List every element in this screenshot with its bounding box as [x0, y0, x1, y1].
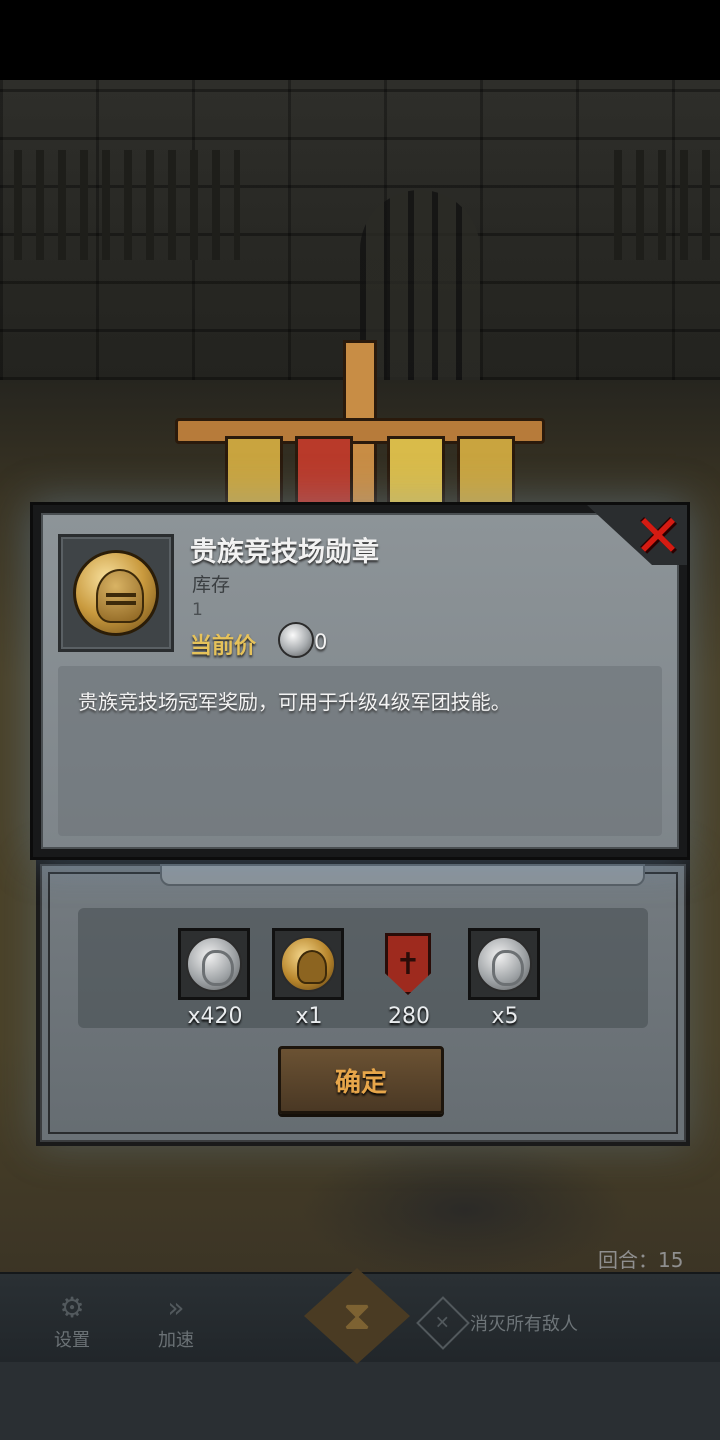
speed-label: 加速	[158, 1330, 194, 1351]
settings-label: 设置	[54, 1330, 90, 1351]
reward-count: 280	[388, 1004, 430, 1029]
silver-coin-icon	[186, 936, 242, 992]
bottom-ground	[0, 1362, 720, 1440]
reward-count: x420	[187, 1004, 243, 1029]
item-description: 贵族竞技场冠军奖励，可用于升级4级军团技能。	[78, 690, 511, 714]
stock-label: 库存	[192, 574, 231, 596]
silver-coin-icon	[278, 622, 314, 658]
speed-button[interactable]: » 加速	[134, 1290, 218, 1360]
reward-item[interactable]: ✝ 280	[372, 928, 446, 1029]
reward-slot	[468, 928, 540, 1000]
reward-slot: ✝	[372, 928, 444, 1000]
price-value: 0	[314, 630, 328, 654]
stock-value: 1	[192, 600, 203, 620]
close-icon[interactable]: ✕	[630, 507, 686, 565]
reward-count: x1	[295, 1004, 323, 1029]
reward-item[interactable]: x5	[468, 928, 542, 1029]
reward-slot	[272, 928, 344, 1000]
reward-dialog-tab	[160, 864, 645, 886]
item-title: 贵族竞技场勋章	[190, 537, 379, 568]
wooden-spikes-left	[0, 150, 240, 260]
arena-medal-icon	[73, 550, 159, 636]
reward-tray	[78, 908, 648, 1028]
reward-item[interactable]: x1	[272, 928, 346, 1029]
top-black-bar	[0, 0, 720, 80]
objective: ✕ 消灭所有敌人	[416, 1296, 578, 1350]
item-icon-frame	[58, 534, 174, 652]
fast-forward-icon: »	[167, 1291, 185, 1324]
settings-button[interactable]: ⚙ 设置	[30, 1290, 114, 1360]
legion-shield-icon: ✝	[385, 933, 431, 995]
arena-medal-icon	[280, 936, 336, 992]
gear-icon: ⚙	[59, 1291, 85, 1324]
reward-count: x5	[491, 1004, 519, 1029]
hourglass-icon: ⧗	[342, 1293, 372, 1339]
round-counter: 回合：15	[598, 1248, 684, 1272]
rubble-pile	[300, 1140, 630, 1280]
silver-coin-icon	[476, 936, 532, 992]
wooden-spikes-right	[600, 150, 720, 260]
price-label: 当前价	[190, 634, 257, 659]
confirm-button[interactable]: 确定	[278, 1046, 444, 1114]
reward-item[interactable]: x420	[178, 928, 252, 1029]
reward-slot	[178, 928, 250, 1000]
arena-banner-decoration	[175, 340, 545, 516]
crossed-swords-icon: ✕	[416, 1296, 470, 1350]
objective-label: 消灭所有敌人	[470, 1314, 578, 1335]
